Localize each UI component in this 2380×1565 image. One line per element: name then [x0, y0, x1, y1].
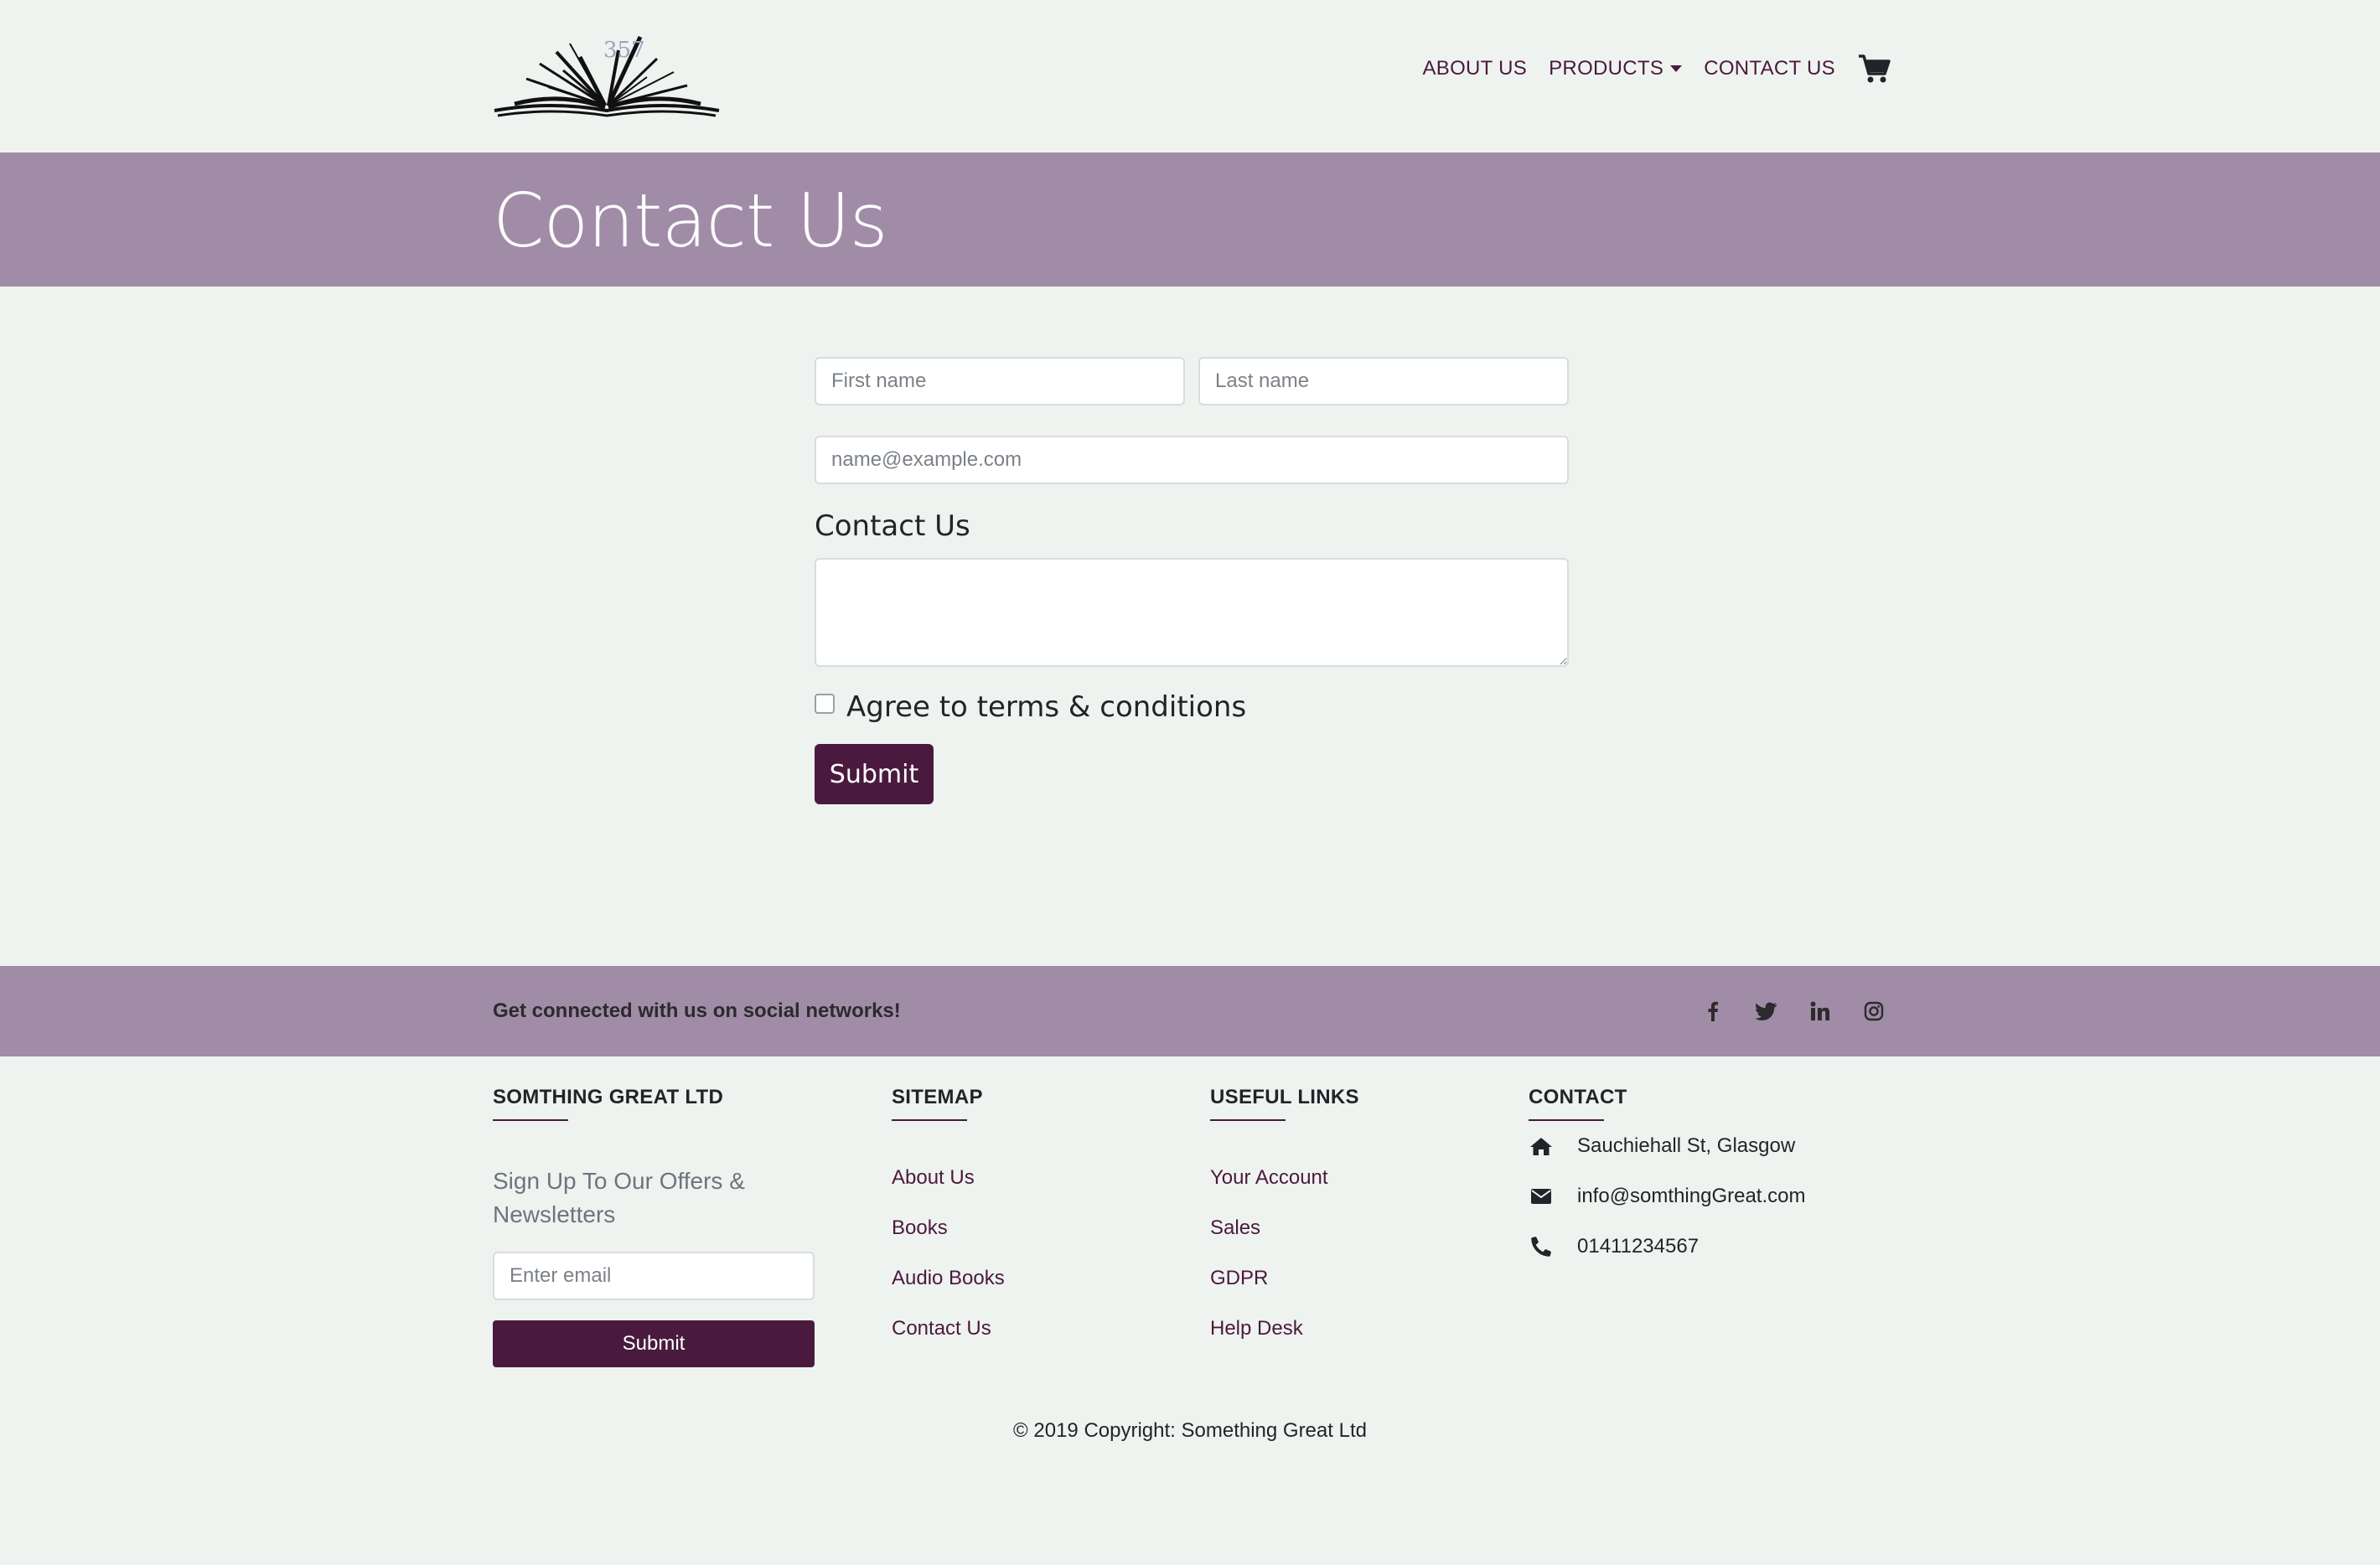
submit-button[interactable]: Submit [815, 744, 934, 804]
site-header: 357 ABOUT US PRODUCTS CONTACT US [0, 0, 2380, 152]
social-text: Get connected with us on social networks… [493, 999, 901, 1022]
footer-sitemap-heading: SITEMAP [892, 1086, 983, 1108]
message-label: Contact Us [815, 509, 970, 543]
page-hero: Contact Us [0, 152, 2380, 287]
useful-link-sales[interactable]: Sales [1210, 1215, 1359, 1265]
useful-links: Your Account Sales GDPR Help Desk [1210, 1165, 1359, 1366]
heading-underline [493, 1119, 568, 1121]
heading-underline [1210, 1119, 1286, 1121]
phone-icon [1529, 1235, 1554, 1258]
message-textarea[interactable] [815, 558, 1569, 667]
sitemap-link-audio-books[interactable]: Audio Books [892, 1265, 1005, 1315]
svg-text:357: 357 [603, 38, 645, 63]
sitemap-link-about[interactable]: About Us [892, 1165, 1005, 1215]
sitemap-link-books[interactable]: Books [892, 1215, 1005, 1265]
footer-company-heading: SOMTHING GREAT LTD [493, 1086, 724, 1108]
nav-contact[interactable]: CONTACT US [1704, 57, 1835, 80]
copyright-text: © 2019 Copyright: Something Great Ltd [1013, 1419, 1367, 1442]
cart-button[interactable] [1857, 53, 1891, 85]
terms-row: Agree to terms & conditions [815, 690, 1569, 724]
facebook-icon[interactable] [1696, 994, 1730, 1028]
useful-link-account[interactable]: Your Account [1210, 1165, 1359, 1215]
main-nav: ABOUT US PRODUCTS CONTACT US [1400, 49, 1891, 89]
footer-useful-column: USEFUL LINKS Your Account Sales GDPR Hel… [1210, 1086, 1359, 1366]
nav-about[interactable]: ABOUT US [1422, 57, 1527, 80]
newsletter-email-input[interactable] [493, 1252, 815, 1300]
twitter-icon[interactable] [1750, 994, 1783, 1028]
social-band: Get connected with us on social networks… [0, 966, 2380, 1056]
page-title: Contact Us [493, 178, 888, 264]
footer-sitemap-column: SITEMAP About Us Books Audio Books Conta… [892, 1086, 1005, 1366]
sitemap-link-contact[interactable]: Contact Us [892, 1315, 1005, 1366]
newsletter-submit-button[interactable]: Submit [493, 1320, 815, 1367]
contact-email-text[interactable]: info@somthingGreat.com [1577, 1185, 1805, 1208]
shopping-cart-icon [1859, 54, 1891, 83]
open-book-icon: 357 [494, 35, 720, 117]
linkedin-icon[interactable] [1803, 994, 1837, 1028]
terms-checkbox[interactable] [815, 694, 835, 714]
contact-email: info@somthingGreat.com [1529, 1171, 1805, 1222]
last-name-input[interactable] [1198, 357, 1569, 405]
first-name-input[interactable] [815, 357, 1185, 405]
contact-form: Contact Us Agree to terms & conditions S… [815, 357, 1569, 804]
name-row [815, 357, 1569, 405]
nav-products-dropdown[interactable]: PRODUCTS [1549, 57, 1683, 80]
footer-contact-column: CONTACT Sauchiehall St, Glasgow info@som… [1529, 1086, 1805, 1272]
contact-address: Sauchiehall St, Glasgow [1529, 1121, 1805, 1171]
terms-label[interactable]: Agree to terms & conditions [846, 690, 1246, 724]
footer-useful-heading: USEFUL LINKS [1210, 1086, 1359, 1108]
contact-phone-text[interactable]: 01411234567 [1577, 1235, 1699, 1258]
contact-address-text: Sauchiehall St, Glasgow [1577, 1134, 1796, 1157]
book-logo[interactable]: 357 [493, 34, 721, 119]
useful-link-gdpr[interactable]: GDPR [1210, 1265, 1359, 1315]
footer-company-column: SOMTHING GREAT LTD Sign Up To Our Offers… [493, 1086, 815, 1367]
heading-underline [892, 1119, 967, 1121]
email-input[interactable] [815, 436, 1569, 484]
social-icons [1676, 994, 1891, 1028]
footer-contact-heading: CONTACT [1529, 1086, 1627, 1108]
signup-text: Sign Up To Our Offers & Newsletters [493, 1168, 745, 1227]
envelope-icon [1529, 1185, 1554, 1208]
home-icon [1529, 1134, 1554, 1158]
contact-phone: 01411234567 [1529, 1222, 1805, 1272]
useful-link-help-desk[interactable]: Help Desk [1210, 1315, 1359, 1366]
caret-down-icon [1670, 65, 1683, 72]
instagram-icon[interactable] [1857, 994, 1891, 1028]
sitemap-links: About Us Books Audio Books Contact Us [892, 1165, 1005, 1366]
nav-products-label: PRODUCTS [1549, 57, 1664, 80]
